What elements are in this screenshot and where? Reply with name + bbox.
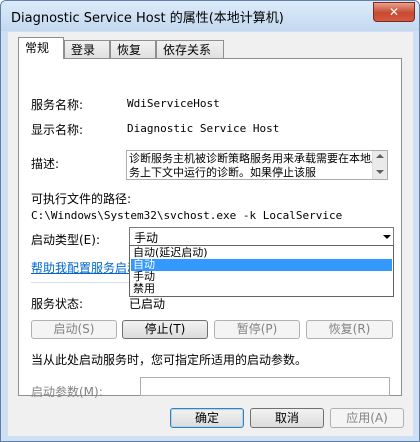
description-scrollbar[interactable] (372, 151, 387, 179)
general-tab-panel: 服务名称: WdiServiceHost 显示名称: Diagnostic Se… (18, 58, 402, 399)
startup-option-auto[interactable]: 自动 (131, 259, 392, 271)
dialog-client-area: 常规 登录 恢复 依存关系 服务名称: WdiServiceHost 显示名称:… (8, 32, 413, 436)
ok-button[interactable]: 确定 (170, 408, 244, 428)
start-params-input[interactable] (140, 377, 390, 396)
startup-type-selected: 手动 (134, 231, 159, 245)
start-params-label: 启动参数(M): (31, 385, 103, 399)
pause-button[interactable]: 暂停(P) (214, 320, 300, 339)
start-button[interactable]: 启动(S) (31, 320, 117, 339)
tab-dependencies[interactable]: 依存关系 (156, 40, 224, 58)
exe-path-value: C:\Windows\System32\svchost.exe -k Local… (31, 209, 343, 222)
description-label: 描述: (31, 157, 60, 171)
properties-dialog: Diagnostic Service Host 的属性(本地计算机) ✕ 常规 … (0, 0, 420, 442)
display-name-value: Diagnostic Service Host (127, 122, 280, 135)
startup-type-select[interactable]: 手动 (129, 227, 394, 246)
service-status-label: 服务状态: (31, 297, 84, 311)
stop-button[interactable]: 停止(T) (122, 320, 208, 339)
service-name-label: 服务名称: (31, 98, 84, 112)
window-title: Diagnostic Service Host 的属性(本地计算机) (11, 11, 284, 26)
tab-logon[interactable]: 登录 (64, 40, 110, 58)
chevron-down-icon[interactable] (383, 235, 391, 239)
service-status-value: 已启动 (129, 297, 166, 311)
startup-type-label: 启动类型(E): (31, 233, 100, 247)
startup-option-manual[interactable]: 手动 (131, 271, 392, 283)
scroll-up-icon[interactable] (376, 154, 384, 158)
cancel-button[interactable]: 取消 (250, 408, 324, 428)
close-button[interactable]: ✕ (373, 2, 415, 22)
tab-recovery[interactable]: 恢复 (110, 40, 156, 58)
tab-general[interactable]: 常规 (18, 37, 64, 59)
startup-type-dropdown: 自动(延迟启动) 自动 手动 禁用 (129, 245, 394, 297)
exe-path-label: 可执行文件的路径: (31, 192, 132, 206)
description-text: 诊断服务主机被诊断策略服务用来承载需要在本地服务上下文中运行的诊断。如果停止该服 (129, 152, 382, 179)
description-textbox[interactable]: 诊断服务主机被诊断策略服务用来承载需要在本地服务上下文中运行的诊断。如果停止该服 (126, 150, 388, 180)
startup-option-disabled[interactable]: 禁用 (131, 283, 392, 295)
scroll-down-icon[interactable] (376, 170, 384, 174)
start-params-hint: 当从此处启动服务时，您可指定所适用的启动参数。 (31, 353, 308, 367)
display-name-label: 显示名称: (31, 123, 84, 137)
service-name-value: WdiServiceHost (127, 97, 220, 110)
resume-button[interactable]: 恢复(R) (306, 320, 393, 339)
startup-option-auto-delayed[interactable]: 自动(延迟启动) (131, 247, 392, 259)
title-bar[interactable]: Diagnostic Service Host 的属性(本地计算机) ✕ (1, 1, 419, 31)
apply-button[interactable]: 应用(A) (330, 408, 404, 428)
